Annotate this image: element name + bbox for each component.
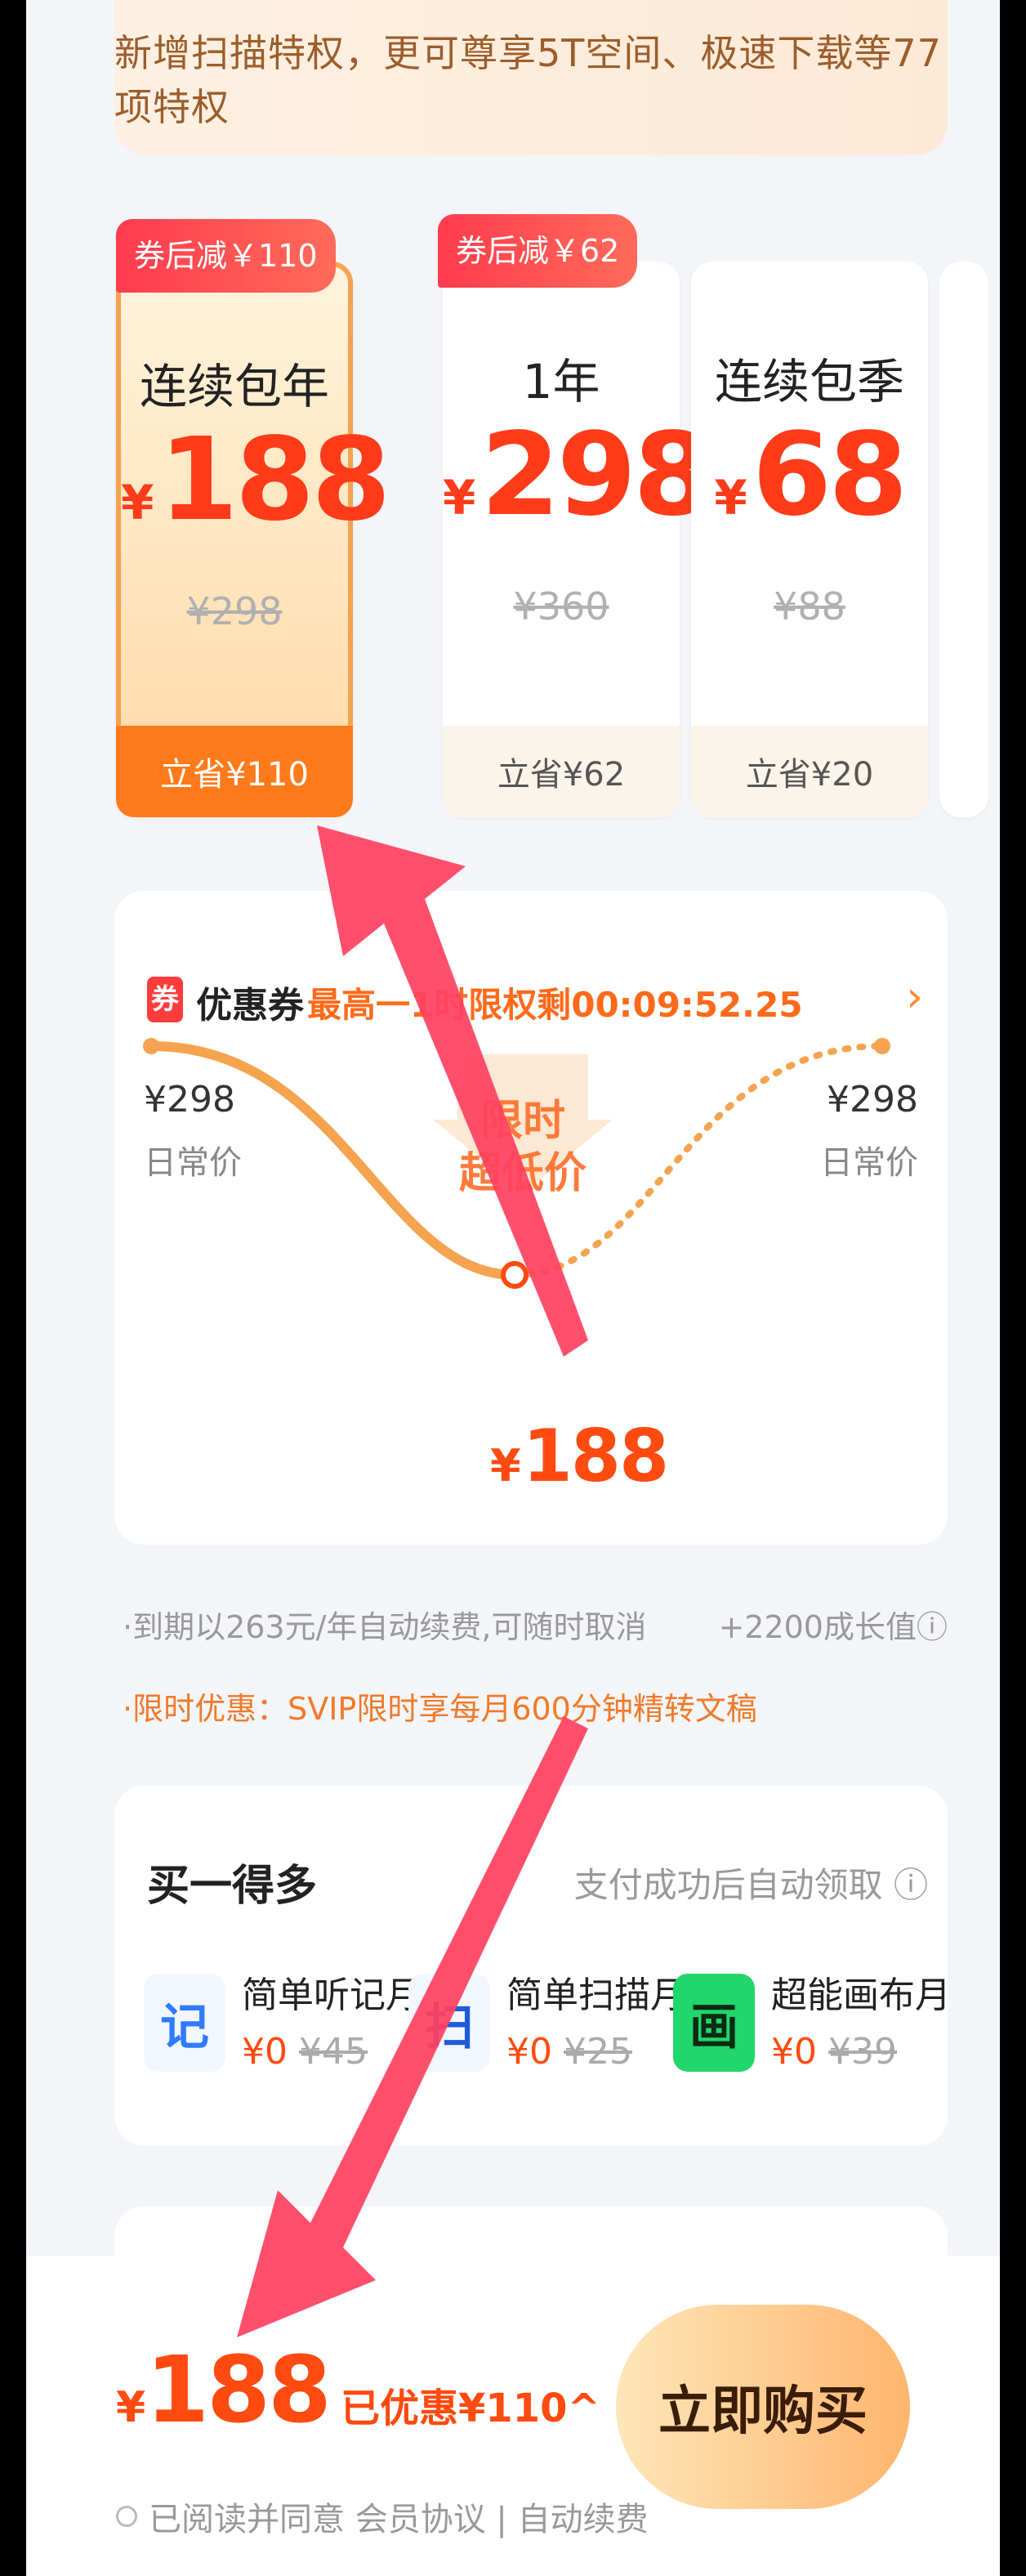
banner-text: 新增扫描特权，更可尊享5T空间、极速下载等77项特权 [114, 31, 942, 129]
plan-original-price: ¥88 [774, 584, 845, 628]
phone-screen: 新增扫描特权，更可尊享5T空间、极速下载等77项特权 券后减￥110 连续包年 … [26, 0, 1000, 2576]
canvas-app-icon: 画 [673, 1974, 755, 2072]
buy-more-hint[interactable]: 支付成功后自动领取 ⓘ [574, 1858, 928, 1907]
promo-note: ·限时优惠：SVIP限时享每月600分钟精转文稿 [123, 1691, 757, 1727]
plan-card-annual-auto[interactable]: 券后减￥110 连续包年 ¥188 ¥298 立省¥110 [116, 219, 391, 817]
plan-name: 1年 [522, 354, 600, 409]
coupon-tag: 券后减￥110 [116, 219, 336, 293]
plan-price: ¥298 [443, 409, 713, 542]
buy-more-title: 买一得多 [147, 1862, 318, 1911]
daily-price-right: ¥298 [827, 1079, 918, 1120]
plan-price: ¥68 [714, 409, 908, 542]
plan-original-price: ¥298 [186, 589, 283, 633]
coupon-countdown: 最高一1时限权剩00:09:52.25 [307, 985, 803, 1025]
coupon-panel[interactable]: 券 优惠券 最高一1时限权剩00:09:52.25 › ¥298 日常价 ¥29… [114, 891, 948, 1545]
plan-card-peek[interactable] [939, 262, 988, 817]
coupon-tag: 券后减￥62 [438, 214, 638, 288]
plan-price: ¥188 [121, 414, 391, 547]
note-app-icon: 记 [144, 1974, 225, 2072]
plan-name: 连续包年 [139, 359, 329, 414]
low-price: ¥188 [490, 1414, 669, 1498]
plan-list: 券后减￥110 连续包年 ¥188 ¥298 立省¥110 券后减￥62 1年 … [116, 214, 1000, 825]
privilege-banner: 新增扫描特权，更可尊享5T空间、极速下载等77项特权 [114, 0, 948, 155]
buy-more-panel: 买一得多 支付成功后自动领取 ⓘ 记 简单听记月卡 ¥0 ¥45 扫 简单扫描月卡… [114, 1786, 951, 2145]
bonus-item[interactable]: 扫 简单扫描月卡 ¥0 ¥25 [408, 1966, 722, 2113]
auto-renew-note: ·到期以263元/年自动续费,可随时取消 [123, 1609, 647, 1645]
coupon-icon: 券 [147, 977, 183, 1022]
total-price: ¥188 已优惠¥110^ [116, 2337, 600, 2444]
growth-value[interactable]: +2200成长值ⓘ [718, 1602, 948, 1647]
discount-toggle[interactable]: 已优惠¥110^ [341, 2386, 600, 2431]
agreement-radio[interactable] [116, 2506, 137, 2527]
plan-save-label: 立省¥20 [691, 726, 928, 817]
plan-save-label: 立省¥110 [116, 726, 353, 817]
plan-save-label: 立省¥62 [443, 726, 680, 817]
chevron-right-icon[interactable]: › [906, 973, 923, 1022]
daily-price-left: ¥298 [144, 1079, 235, 1120]
bonus-item[interactable]: 记 简单听记月卡 ¥0 ¥45 [144, 1966, 457, 2113]
daily-price-left-label: 日常价 [144, 1144, 242, 1182]
bonus-item[interactable]: 画 超能画布月 ¥0 ¥39 [673, 1966, 951, 2113]
plan-original-price: ¥360 [513, 584, 609, 628]
agreement[interactable]: 已阅读并同意 会员协议 | 自动续费 [116, 2493, 649, 2540]
limited-price-badge: 限时 超低价 [458, 1097, 587, 1198]
daily-price-right-label: 日常价 [820, 1144, 918, 1182]
checkout-bar: ¥188 已优惠¥110^ 已阅读并同意 会员协议 | 自动续费 立即购买 [26, 2256, 1000, 2576]
plan-card-1-year[interactable]: 券后减￥62 1年 ¥298 ¥360 立省¥62 [438, 214, 713, 817]
plan-card-quarterly-auto[interactable]: 连续包季 ¥68 ¥88 立省¥20 [691, 262, 928, 817]
scan-app-icon: 扫 [408, 1974, 490, 2072]
agreement-text[interactable]: 已阅读并同意 会员协议 | 自动续费 [149, 2493, 649, 2540]
buy-now-button[interactable]: 立即购买 [616, 2305, 910, 2509]
coupon-label: 优惠券 [196, 985, 304, 1026]
plan-name: 连续包季 [714, 354, 904, 409]
